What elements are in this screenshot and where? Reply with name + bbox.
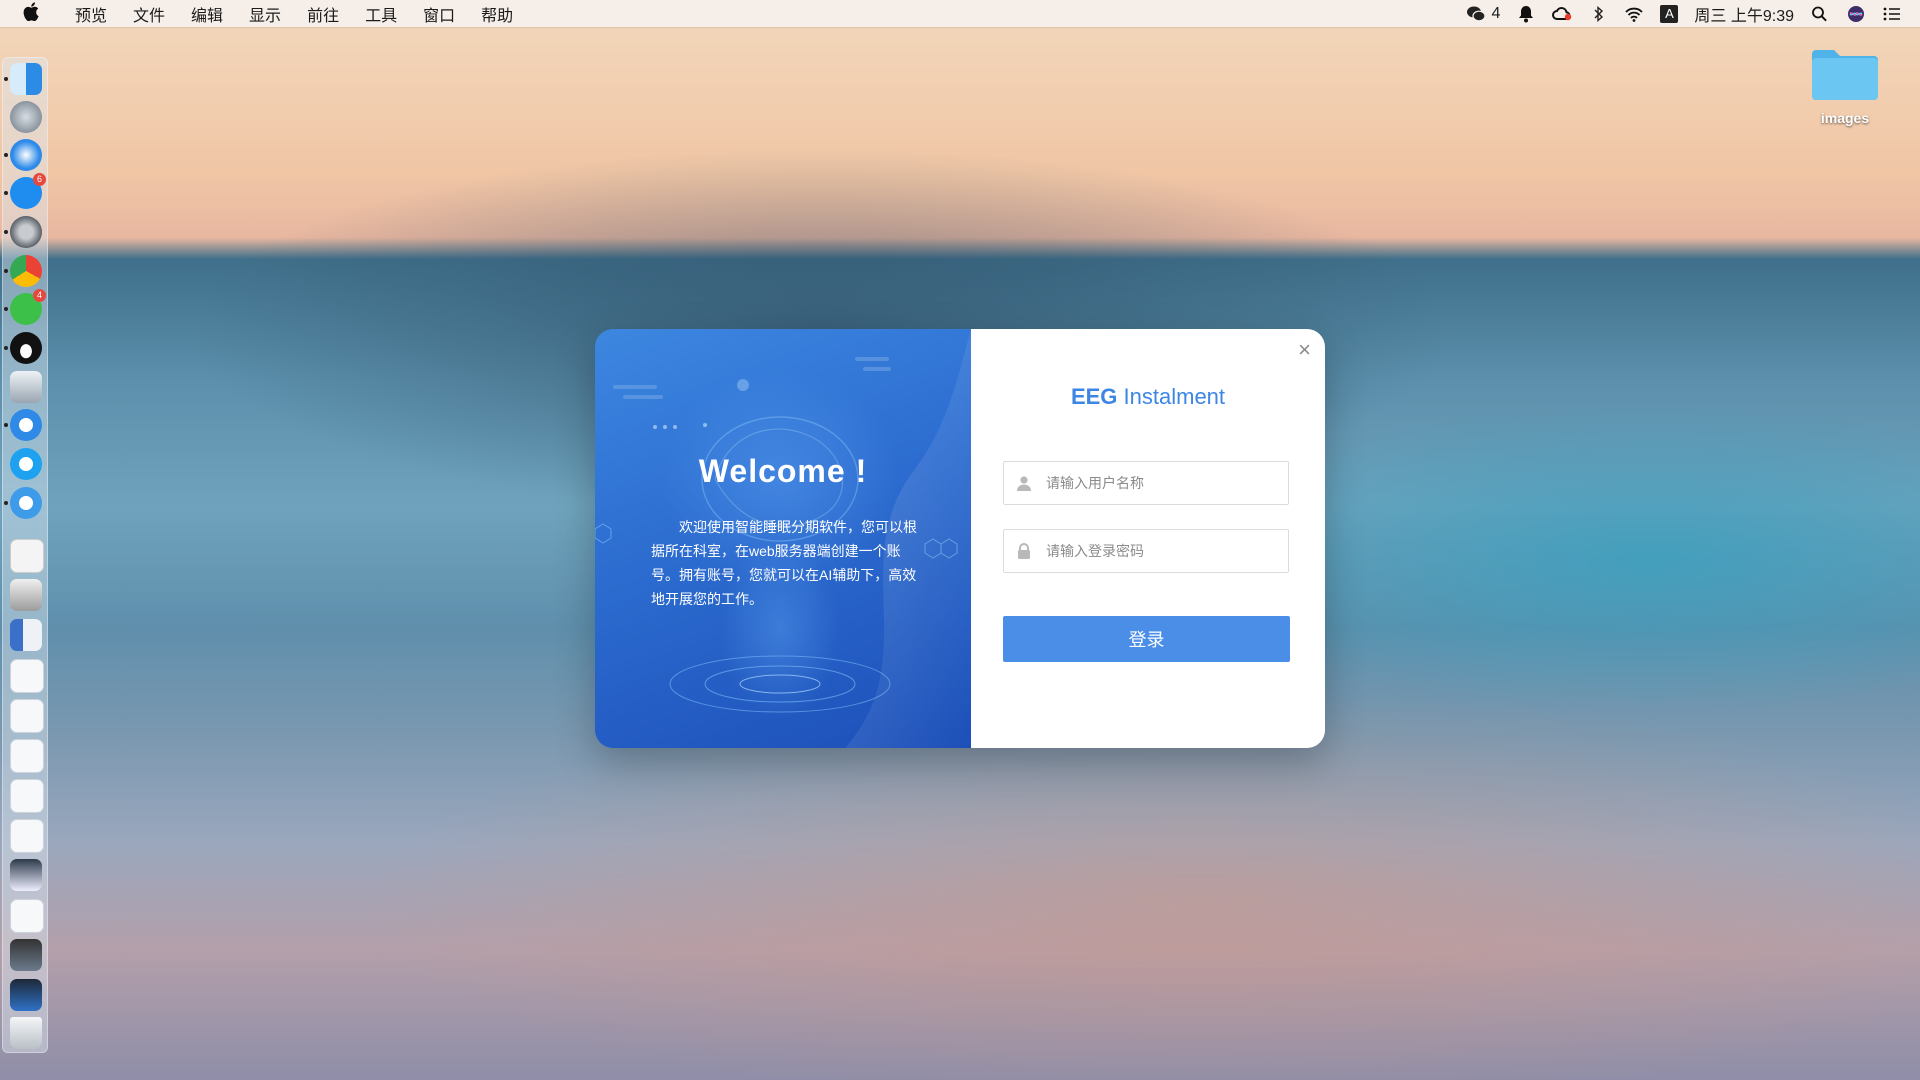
password-field[interactable] — [1003, 529, 1289, 573]
menu-preview[interactable]: 预览 — [62, 2, 120, 26]
browser-app-icon[interactable] — [10, 448, 42, 480]
safari-icon[interactable] — [10, 139, 42, 171]
chrome-icon[interactable] — [10, 255, 42, 287]
wifi-icon — [1624, 5, 1644, 23]
menu-tools[interactable]: 工具 — [352, 2, 410, 26]
teamviewer-icon[interactable] — [10, 409, 42, 441]
clock[interactable]: 周三 上午9:39 — [1694, 2, 1794, 26]
dock-running-indicator — [4, 77, 8, 81]
lock-icon — [1004, 543, 1044, 559]
creative-cloud-status[interactable] — [1552, 5, 1572, 23]
username-field[interactable] — [1003, 461, 1289, 505]
folder-icon — [1810, 46, 1880, 102]
dock-running-indicator — [4, 153, 8, 157]
login-dialog: Welcome ! 欢迎使用智能睡眠分期软件，您可以根据所在科室，在web服务器… — [595, 329, 1325, 748]
dock-running-indicator — [4, 346, 8, 350]
menu-view[interactable]: 显示 — [236, 2, 294, 26]
notification-center-status[interactable] — [1882, 5, 1902, 23]
window-thumbnail-icon[interactable] — [10, 939, 42, 971]
window-thumbnail-icon[interactable] — [10, 899, 44, 933]
spotlight-status[interactable] — [1810, 5, 1830, 23]
menu-go[interactable]: 前往 — [294, 2, 352, 26]
dock-running-indicator — [4, 307, 8, 311]
dock-running-indicator — [4, 230, 8, 234]
app-store-icon[interactable]: 6 — [10, 173, 46, 209]
user-icon — [1004, 475, 1044, 491]
launchpad-icon[interactable] — [10, 101, 42, 133]
bluetooth-status[interactable] — [1588, 5, 1608, 23]
siri-status[interactable] — [1846, 5, 1866, 23]
brand-prefix: EEG — [1070, 384, 1118, 409]
window-thumbnail-icon[interactable] — [10, 619, 42, 651]
desktop: 预览 文件 编辑 显示 前往 工具 窗口 帮助 4 A 周三 上午9:39 6 … — [0, 0, 1920, 1080]
window-thumbnail-icon[interactable] — [10, 779, 44, 813]
preview-app-icon[interactable] — [10, 371, 42, 403]
finder-icon[interactable] — [10, 63, 42, 95]
input-method-status[interactable]: A — [1660, 4, 1679, 23]
menu-help[interactable]: 帮助 — [468, 2, 526, 26]
system-preferences-icon[interactable] — [10, 216, 42, 248]
welcome-panel: Welcome ! 欢迎使用智能睡眠分期软件，您可以根据所在科室，在web服务器… — [595, 329, 971, 748]
remote-app-icon[interactable] — [10, 487, 42, 519]
app-store-badge: 6 — [33, 173, 46, 186]
wechat-app-icon[interactable]: 4 — [10, 289, 46, 325]
window-thumbnail-icon[interactable] — [10, 659, 44, 693]
username-input[interactable] — [1044, 474, 1288, 492]
menubar-status-area: 4 A 周三 上午9:39 — [1450, 2, 1920, 26]
window-thumbnail-icon[interactable] — [10, 579, 42, 611]
welcome-heading: Welcome ! — [698, 453, 868, 489]
dock: 6 4 — [2, 57, 48, 1053]
input-method-indicator: A — [1660, 4, 1679, 23]
dock-running-indicator — [4, 191, 8, 195]
desktop-folder[interactable]: images — [1800, 46, 1890, 126]
qq-app-icon[interactable] — [10, 332, 42, 364]
login-button[interactable]: 登录 — [1003, 616, 1290, 662]
apple-menu-icon[interactable] — [0, 1, 62, 26]
list-icon — [1882, 5, 1902, 23]
dock-running-indicator — [4, 269, 8, 273]
trash-icon[interactable] — [10, 1017, 42, 1049]
window-thumbnail-icon[interactable] — [10, 859, 42, 891]
menubar: 预览 文件 编辑 显示 前往 工具 窗口 帮助 4 A 周三 上午9:39 — [0, 0, 1920, 27]
login-form-panel: × EEG Instalment 登录 — [971, 329, 1325, 748]
dock-running-indicator — [4, 501, 8, 505]
bell-icon — [1516, 5, 1536, 23]
close-icon[interactable]: × — [1298, 337, 1311, 363]
dock-running-indicator — [4, 423, 8, 427]
qq-status[interactable] — [1516, 5, 1536, 23]
password-input[interactable] — [1044, 542, 1288, 560]
search-icon — [1810, 5, 1830, 23]
wechat-count: 4 — [1491, 4, 1501, 22]
bluetooth-icon — [1588, 5, 1608, 23]
wechat-status[interactable]: 4 — [1466, 4, 1501, 23]
app-brand: EEG Instalment — [971, 384, 1325, 410]
window-thumbnail-icon[interactable] — [10, 819, 44, 853]
menu-window[interactable]: 窗口 — [410, 2, 468, 26]
brand-suffix: Instalment — [1117, 384, 1226, 409]
menu-file[interactable]: 文件 — [120, 2, 178, 26]
cloud-icon — [1552, 5, 1572, 23]
folder-label: images — [1820, 110, 1870, 126]
siri-icon — [1846, 5, 1866, 23]
welcome-description: 欢迎使用智能睡眠分期软件，您可以根据所在科室，在web服务器端创建一个账号。拥有… — [651, 519, 917, 607]
wifi-status[interactable] — [1624, 5, 1644, 23]
wechat-badge: 4 — [33, 289, 46, 302]
menu-edit[interactable]: 编辑 — [178, 2, 236, 26]
wechat-icon — [1466, 5, 1486, 23]
document-icon[interactable] — [10, 539, 44, 573]
window-thumbnail-icon[interactable] — [10, 979, 42, 1011]
window-thumbnail-icon[interactable] — [10, 739, 44, 773]
window-thumbnail-icon[interactable] — [10, 699, 44, 733]
